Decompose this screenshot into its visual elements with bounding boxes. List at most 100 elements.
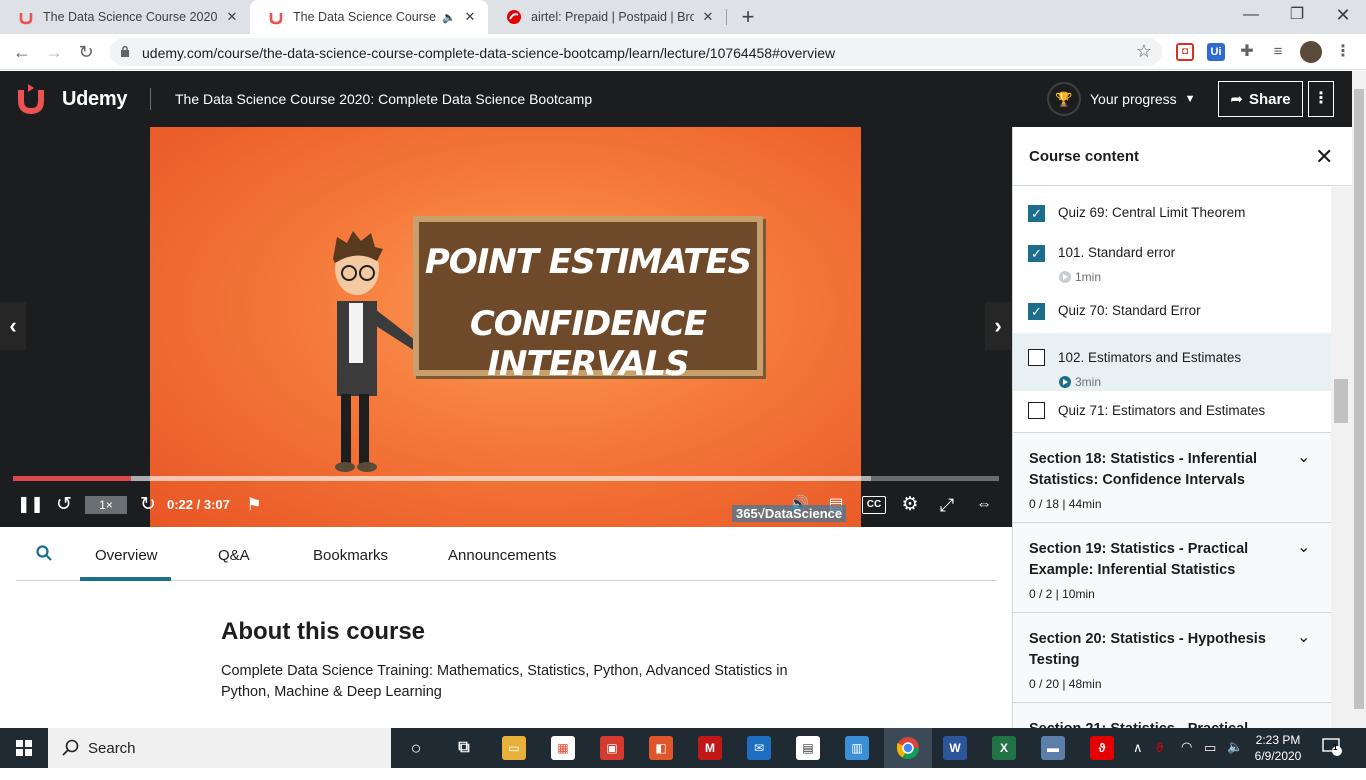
udemy-logo[interactable]: Udemy — [16, 84, 128, 114]
ui-extension-icon[interactable]: Ui — [1207, 43, 1225, 61]
mail-icon[interactable]: ✉ — [747, 736, 771, 760]
close-window-icon[interactable]: ✕ — [1320, 0, 1366, 34]
page-scrollbar[interactable] — [1352, 71, 1366, 728]
rewind-5s-icon[interactable]: ↺ — [53, 493, 75, 517]
sidebar-title: Course content — [1029, 148, 1140, 165]
expanded-view-icon[interactable]: ⇔ — [970, 493, 998, 517]
checkbox-checked-icon[interactable]: ✓ — [1028, 205, 1045, 222]
volume-tray-icon[interactable]: 🔈 — [1227, 739, 1243, 779]
next-lecture-arrow-icon[interactable]: › — [985, 302, 1011, 350]
pause-icon[interactable]: ❚❚ — [17, 493, 44, 517]
curriculum-item[interactable]: Quiz 71: Estimators and Estimates — [1013, 391, 1332, 432]
forward-5s-icon[interactable]: ↻ — [137, 493, 159, 517]
your-progress-dropdown[interactable]: 🏆 Your progress ▼ — [1047, 82, 1196, 116]
tab-qa[interactable]: Q&A — [218, 547, 250, 564]
media-queue-icon[interactable]: ≡ — [1269, 43, 1287, 61]
add-bookmark-icon[interactable]: ⚑ — [243, 493, 265, 517]
section-header[interactable]: Section 19: Statistics - Practical Examp… — [1013, 522, 1332, 612]
wifi-icon[interactable]: ◠ — [1181, 739, 1192, 779]
browser-tab-2[interactable]: The Data Science Course 20 🔈 ✕ — [250, 0, 488, 34]
action-center-icon[interactable]: 1 — [1322, 738, 1346, 758]
address-bar[interactable]: udemy.com/course/the-data-science-course… — [110, 38, 1162, 66]
fullscreen-icon[interactable]: ⤢ — [935, 493, 959, 517]
close-tab-icon[interactable]: ✕ — [462, 9, 478, 25]
back-arrow-icon[interactable]: ← — [10, 40, 34, 64]
forward-arrow-icon[interactable]: → — [42, 40, 66, 64]
curriculum-item[interactable]: ✓ 101. Standard error 1min — [1013, 227, 1332, 286]
profile-avatar[interactable] — [1300, 41, 1322, 63]
video-player[interactable]: POINT ESTIMATES CONFIDENCE INTERVALS ‹ ›… — [0, 127, 1012, 527]
section-header[interactable]: Section 20: Statistics - Hypothesis Test… — [1013, 612, 1332, 702]
maximize-window-icon[interactable]: ❐ — [1274, 0, 1320, 34]
task-view-icon[interactable]: ⧉ — [452, 736, 476, 760]
bookmark-star-icon[interactable]: ☆ — [1136, 41, 1152, 62]
section-header[interactable]: Section 21: Statistics - Practical ⌄ — [1013, 702, 1332, 728]
more-options-button[interactable]: ⋮ — [1308, 81, 1334, 117]
battery-icon[interactable]: ▭ — [1204, 740, 1216, 780]
captions-cc-icon[interactable]: CC — [862, 496, 886, 514]
word-icon[interactable]: W — [943, 736, 967, 760]
browser-tab-3[interactable]: airtel: Prepaid | Postpaid | Broadb ✕ — [488, 0, 726, 34]
airtel-app-icon[interactable]: ϑ — [1090, 736, 1114, 760]
checkbox-checked-icon[interactable]: ✓ — [1028, 245, 1045, 262]
settings-gear-icon[interactable]: ⚙ — [898, 493, 922, 517]
tray-airtel-icon[interactable]: ϑ — [1156, 740, 1163, 780]
playback-rate-button[interactable]: 1× — [85, 496, 127, 514]
curriculum-item-current[interactable]: 102. Estimators and Estimates 3min — [1013, 333, 1332, 391]
media-app-icon[interactable]: ▣ — [600, 736, 624, 760]
play-circle-icon — [1059, 271, 1071, 283]
chevron-down-icon[interactable]: ⌄ — [1297, 717, 1310, 728]
tab-announcements[interactable]: Announcements — [448, 547, 556, 564]
curriculum-item[interactable]: ✓ Quiz 70: Standard Error — [1013, 286, 1332, 333]
taskbar-search-placeholder: Search — [88, 740, 136, 757]
curriculum-item[interactable]: ✓ Quiz 69: Central Limit Theorem — [1013, 187, 1332, 227]
duration-text: 3min — [1075, 375, 1102, 389]
document-app-icon[interactable]: ▤ — [796, 736, 820, 760]
control-panel-icon[interactable]: ▥ — [845, 736, 869, 760]
cortana-circle-icon[interactable]: ○ — [404, 736, 428, 760]
browser-tab-1[interactable]: The Data Science Course 2020: C ✕ — [0, 0, 250, 34]
seek-bar[interactable] — [13, 476, 999, 481]
chevron-down-icon[interactable]: ⌄ — [1297, 627, 1310, 647]
course-title[interactable]: The Data Science Course 2020: Complete D… — [175, 91, 592, 107]
page-scrollbar-thumb[interactable] — [1354, 89, 1364, 709]
chevron-down-icon[interactable]: ⌄ — [1297, 447, 1310, 467]
tab-overview[interactable]: Overview — [95, 547, 158, 564]
previous-lecture-arrow-icon[interactable]: ‹ — [0, 302, 26, 350]
checkbox-checked-icon[interactable]: ✓ — [1028, 303, 1045, 320]
shield-extension-icon[interactable]: ◘ — [1176, 43, 1194, 61]
checkbox-unchecked-icon[interactable] — [1028, 349, 1045, 366]
tab-bookmarks[interactable]: Bookmarks — [313, 547, 388, 564]
udemy-logo-icon — [18, 84, 44, 114]
file-explorer-icon[interactable]: ▭ — [502, 736, 526, 760]
close-tab-icon[interactable]: ✕ — [224, 9, 240, 25]
microsoft-store-icon[interactable]: ▦ — [551, 736, 575, 760]
minimize-window-icon[interactable]: — — [1228, 0, 1274, 34]
time-display: 0:22 / 3:07 — [167, 497, 230, 512]
windows-start-icon[interactable] — [0, 728, 48, 768]
chrome-taskbar-button[interactable] — [884, 728, 932, 768]
share-button[interactable]: ➦ Share — [1218, 81, 1303, 117]
checkbox-unchecked-icon[interactable] — [1028, 402, 1045, 419]
mcafee-icon[interactable]: M — [698, 736, 722, 760]
close-tab-icon[interactable]: ✕ — [700, 9, 716, 25]
section-header[interactable]: Section 18: Statistics - Inferential Sta… — [1013, 432, 1332, 522]
office-app-icon[interactable]: ◧ — [649, 736, 673, 760]
network-app-icon[interactable]: ▬ — [1041, 736, 1065, 760]
chevron-down-icon[interactable]: ⌄ — [1297, 537, 1310, 557]
excel-icon[interactable]: X — [992, 736, 1016, 760]
chrome-menu-icon[interactable]: ⋮ — [1334, 43, 1352, 61]
curriculum-item-label: Quiz 71: Estimators and Estimates — [1058, 403, 1266, 418]
taskbar-search-box[interactable]: Search — [48, 728, 391, 768]
tray-chevron-up-icon[interactable]: ∧ — [1133, 740, 1143, 780]
taskbar-clock[interactable]: 2:23 PM 6/9/2020 — [1250, 732, 1306, 764]
puzzle-extensions-icon[interactable]: ✚ — [1238, 43, 1256, 61]
speaker-audio-icon[interactable]: 🔈 — [442, 11, 456, 24]
reload-icon[interactable]: ↻ — [74, 40, 98, 64]
sidebar-scrollbar-thumb[interactable] — [1334, 379, 1348, 423]
sidebar-scrollbar[interactable] — [1331, 187, 1352, 728]
new-tab-plus-icon[interactable]: + — [737, 6, 759, 28]
browser-tab-title: airtel: Prepaid | Postpaid | Broadb — [531, 10, 694, 24]
close-icon[interactable]: ✕ — [1315, 144, 1333, 170]
search-icon[interactable] — [36, 545, 52, 565]
